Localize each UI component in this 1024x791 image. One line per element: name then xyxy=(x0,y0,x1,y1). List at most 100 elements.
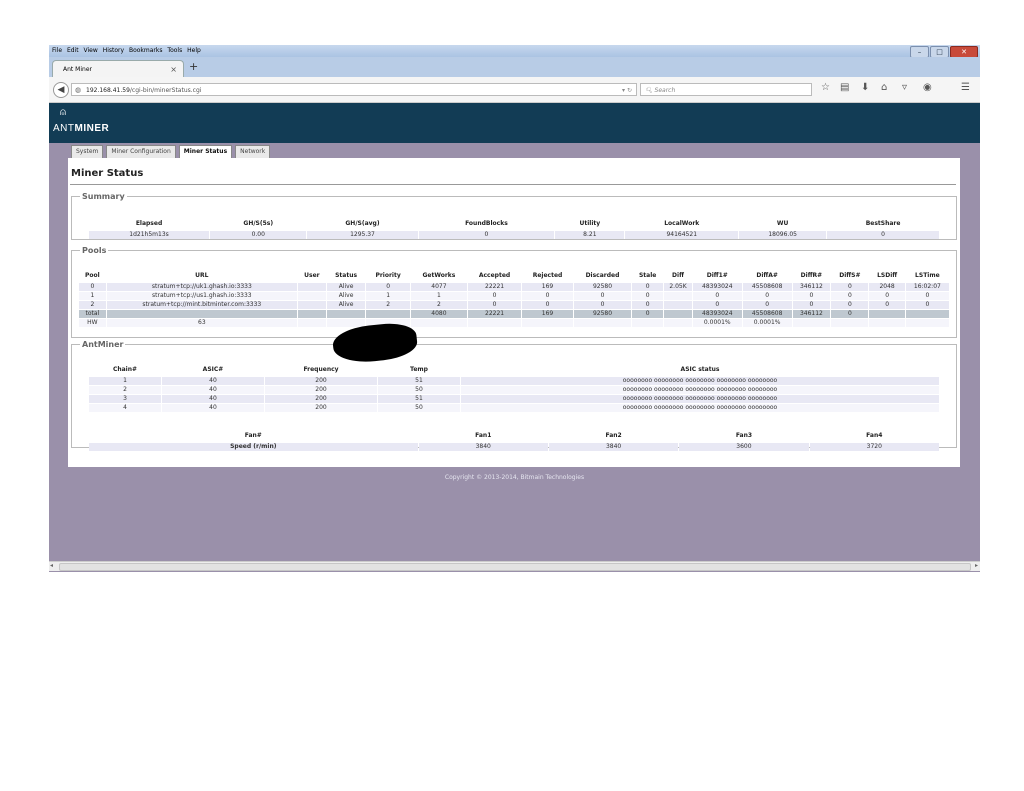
pools-cell xyxy=(831,319,869,327)
table-row: HW 63 0.0001% 0.0001% xyxy=(79,319,949,327)
pools-cell: Alive xyxy=(326,292,366,300)
pools-cell: 169 xyxy=(522,310,573,318)
summary-foundblocks: 0 xyxy=(418,231,555,239)
menu-edit[interactable]: Edit xyxy=(67,45,79,57)
pools-cell: Alive xyxy=(326,301,366,309)
menu-history[interactable]: History xyxy=(103,45,124,57)
pools-cell: 0 xyxy=(831,283,869,291)
pools-cell: 0 xyxy=(869,292,905,300)
navigation-bar: ◀ ◍ 192.168.41.59/cgi-bin/minerStatus.cg… xyxy=(49,77,980,103)
table-row: 0 stratum+tcp://uk1.ghash.io:3333 Alive 0 40… xyxy=(79,283,949,291)
pools-cell: 0 xyxy=(632,301,664,309)
status-panel: Miner Status Summary Elapsed GH/S(5s) GH… xyxy=(68,158,960,467)
pools-cell: 0 xyxy=(831,301,869,309)
pools-cell xyxy=(106,310,297,318)
reload-icon[interactable]: ▾ ↻ xyxy=(622,84,632,97)
search-input[interactable]: 🔍︎ Search xyxy=(640,83,812,96)
bookmark-star-icon[interactable]: ☆ xyxy=(821,82,830,93)
pools-cell xyxy=(664,301,692,309)
chain-header: Frequency xyxy=(303,365,339,373)
pools-cell xyxy=(297,301,326,309)
menu-tools[interactable]: Tools xyxy=(167,45,182,57)
pools-cell xyxy=(326,310,366,318)
chain-table: Chain# ASIC# Frequency Temp ASIC status 1 40 2… xyxy=(88,361,940,413)
scroll-left-icon[interactable]: ◂ xyxy=(50,562,53,569)
menu-view[interactable]: View xyxy=(84,45,98,57)
pools-cell: stratum+tcp://us1.ghash.io:3333 xyxy=(106,292,297,300)
chain-cell: oooooooo oooooooo oooooooo oooooooo oooo… xyxy=(461,386,939,394)
menu-file[interactable]: File xyxy=(52,45,62,57)
brand-prefix: ANT xyxy=(53,123,75,134)
horizontal-scrollbar[interactable]: ◂ ▸ xyxy=(49,561,980,571)
fan-cell: 3720 xyxy=(809,443,939,451)
hamburger-menu-icon[interactable]: ☰ xyxy=(961,82,970,93)
reading-list-icon[interactable]: ▤ xyxy=(840,82,849,93)
pools-header: LSDiff xyxy=(877,271,898,279)
shield-icon[interactable]: ◉ xyxy=(923,82,932,93)
table-row: 2 stratum+tcp://mint.bitminter.com:3333 Al… xyxy=(79,301,949,309)
pools-header: DiffR# xyxy=(800,271,823,279)
scrollbar-thumb[interactable] xyxy=(59,563,971,571)
pools-header: URL xyxy=(195,271,209,279)
pools-cell xyxy=(410,319,467,327)
pools-header: Rejected xyxy=(532,271,563,279)
pools-cell: 0 xyxy=(366,283,410,291)
downloads-icon[interactable]: ⬇ xyxy=(861,82,869,93)
fan-cell: 3600 xyxy=(679,443,809,451)
tab-system[interactable]: System xyxy=(71,145,104,159)
hw-value: 63 xyxy=(106,319,297,327)
table-row: 4 40 200 50 oooooooo oooooooo oooooooo ooooo… xyxy=(89,404,939,412)
chain-cell: 40 xyxy=(162,404,264,412)
fan-cell: Speed (r/min) xyxy=(89,443,418,451)
pools-cell: 2 xyxy=(410,301,467,309)
new-tab-button[interactable]: + xyxy=(189,60,198,73)
site-header: ⍝ ANTMINER xyxy=(49,103,980,143)
pools-cell: 0 xyxy=(692,292,742,300)
pools-cell xyxy=(664,319,692,327)
summary-localwork: 94164521 xyxy=(625,231,739,239)
pools-cell: 169 xyxy=(522,283,573,291)
pools-cell: 1 xyxy=(410,292,467,300)
tab-miner-status[interactable]: Miner Status xyxy=(178,145,233,159)
summary-header: BestShare xyxy=(865,219,901,227)
pools-cell: 346112 xyxy=(792,310,831,318)
pools-cell: 0 xyxy=(522,301,573,309)
title-divider xyxy=(70,184,956,185)
antminer-section: AntMiner Chain# ASIC# Frequency Temp ASIC st… xyxy=(71,340,957,451)
pocket-icon[interactable]: ▿ xyxy=(902,82,907,93)
page-title: Miner Status xyxy=(71,168,144,179)
summary-header: LocalWork xyxy=(664,219,700,227)
pools-cell: 2.05K xyxy=(664,283,692,291)
tab-miner-configuration[interactable]: Miner Configuration xyxy=(106,145,176,159)
table-row: Speed (r/min) 3840 3840 3600 3720 xyxy=(89,443,939,451)
home-icon[interactable]: ⌂ xyxy=(881,82,887,93)
pools-cell xyxy=(297,319,326,327)
summary-header: Utility xyxy=(579,219,601,227)
tab-bar: Ant Miner × + xyxy=(49,57,980,77)
pools-cell xyxy=(297,283,326,291)
pools-cell: 0 xyxy=(905,301,949,309)
pools-cell: 48393024 xyxy=(692,310,742,318)
summary-section: Summary Elapsed GH/S(5s) GH/S(avg) Found… xyxy=(71,192,957,240)
browser-window: File Edit View History Bookmarks Tools H… xyxy=(49,45,980,572)
pools-cell: 0 xyxy=(632,310,664,318)
chain-cell: 40 xyxy=(162,386,264,394)
scroll-right-icon[interactable]: ▸ xyxy=(975,562,978,569)
globe-icon: ◍ xyxy=(75,86,82,94)
pools-cell xyxy=(297,310,326,318)
pools-cell xyxy=(522,319,573,327)
address-bar[interactable]: ◍ 192.168.41.59/cgi-bin/minerStatus.cgi … xyxy=(71,83,637,96)
chain-header: Temp xyxy=(410,365,428,373)
tab-network[interactable]: Network xyxy=(235,145,271,159)
chain-cell: 200 xyxy=(265,386,377,394)
chain-cell: 50 xyxy=(378,404,460,412)
pools-cell: 0 xyxy=(632,283,664,291)
pools-header: DiffA# xyxy=(756,271,778,279)
tab-close-icon[interactable]: × xyxy=(170,61,177,78)
menu-bookmarks[interactable]: Bookmarks xyxy=(129,45,163,57)
pools-cell xyxy=(297,292,326,300)
browser-tab[interactable]: Ant Miner × xyxy=(52,60,184,77)
menu-help[interactable]: Help xyxy=(187,45,201,57)
pools-cell: 0 xyxy=(573,292,632,300)
back-button[interactable]: ◀ xyxy=(53,82,69,98)
